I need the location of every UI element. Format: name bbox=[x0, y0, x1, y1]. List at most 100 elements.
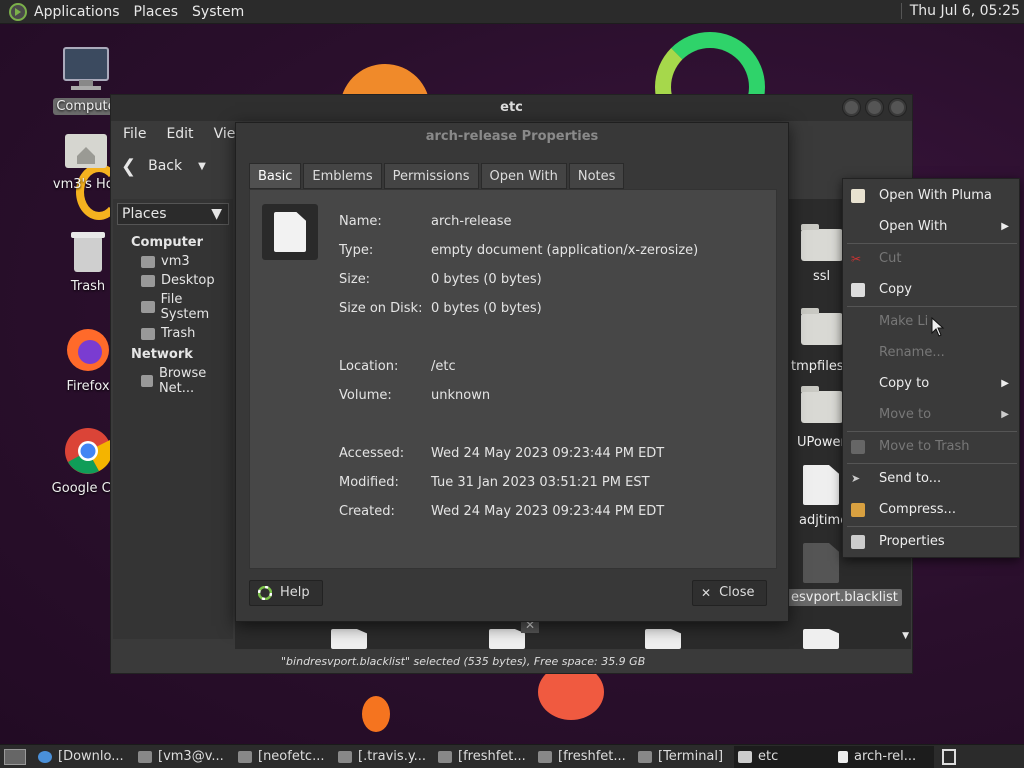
menu-item-compress[interactable]: Compress... bbox=[843, 495, 1019, 525]
context-menu: Open With Pluma Open With ▶ ✂ Cut Copy Mak… bbox=[842, 178, 1020, 558]
prop-value: /etc bbox=[431, 359, 456, 374]
taskbar-item-label: [Downlo... bbox=[58, 749, 124, 764]
menu-item-move-to[interactable]: Move to ▶ bbox=[843, 400, 1019, 430]
document-icon[interactable] bbox=[803, 543, 839, 583]
menu-item-label: Properties bbox=[879, 534, 945, 549]
text-editor-icon bbox=[338, 750, 352, 763]
home-folder-icon bbox=[65, 134, 107, 168]
taskbar-item[interactable]: [freshfet... bbox=[534, 746, 634, 768]
scroll-down-icon[interactable]: ▼ bbox=[902, 631, 909, 641]
menu-item-cut[interactable]: ✂ Cut bbox=[843, 244, 1019, 274]
menu-item-properties[interactable]: Properties bbox=[843, 527, 1019, 557]
minimize-button[interactable] bbox=[843, 99, 860, 116]
help-button[interactable]: Help bbox=[249, 580, 323, 606]
document-icon bbox=[274, 212, 306, 252]
document-icon[interactable] bbox=[645, 629, 681, 649]
sidebar-item-trash[interactable]: Trash bbox=[113, 322, 233, 341]
chevron-down-icon[interactable]: ▼ bbox=[198, 161, 206, 172]
sidebar-item-vm3[interactable]: vm3 bbox=[113, 250, 233, 269]
menu-item-copy[interactable]: Copy bbox=[843, 275, 1019, 305]
places-dropdown[interactable]: Places ▼ bbox=[117, 203, 229, 225]
window-title: etc bbox=[500, 100, 523, 115]
maximize-button[interactable] bbox=[866, 99, 883, 116]
taskbar-item-label: [.travis.y... bbox=[358, 749, 427, 764]
bottom-panel: [Downlo... [vm3@v... [neofetc... [.travi… bbox=[0, 744, 1024, 768]
menu-item-open-with-pluma[interactable]: Open With Pluma bbox=[843, 181, 1019, 211]
menu-file[interactable]: File bbox=[123, 126, 146, 142]
sidebar-item-filesystem[interactable]: File System bbox=[113, 288, 233, 322]
prop-value[interactable]: arch-release bbox=[431, 214, 512, 229]
tab-basic[interactable]: Basic bbox=[249, 163, 302, 189]
taskbar-item-label: [freshfet... bbox=[558, 749, 626, 764]
menu-item-send-to[interactable]: ➤ Send to... bbox=[843, 464, 1019, 494]
sidebar-item-desktop[interactable]: Desktop bbox=[113, 269, 233, 288]
back-button[interactable]: Back bbox=[148, 158, 182, 174]
trash-icon bbox=[71, 232, 105, 272]
taskbar-item[interactable]: [freshfet... bbox=[434, 746, 534, 768]
taskbar-item[interactable]: arch-rel... bbox=[834, 745, 934, 768]
prop-key: Accessed: bbox=[339, 446, 405, 461]
sidebar-item-label: Trash bbox=[161, 326, 196, 341]
taskbar-item[interactable]: [.travis.y... bbox=[334, 746, 434, 768]
file-icon-button[interactable] bbox=[262, 204, 318, 260]
taskbar-item-label: etc bbox=[758, 749, 779, 764]
computer-icon bbox=[63, 47, 109, 90]
tab-notes[interactable]: Notes bbox=[568, 163, 625, 189]
file-label[interactable]: UPower bbox=[797, 435, 846, 450]
clock[interactable]: Thu Jul 6, 05:25 bbox=[900, 3, 1020, 19]
taskbar-item[interactable]: [vm3@v... bbox=[134, 746, 234, 768]
close-window-button[interactable] bbox=[889, 99, 906, 116]
help-icon bbox=[258, 586, 272, 600]
status-bar: "bindresvport.blacklist" selected (535 b… bbox=[281, 655, 646, 668]
show-desktop-icon[interactable] bbox=[4, 748, 26, 765]
sidebar-item-label: File System bbox=[160, 292, 210, 322]
document-icon[interactable] bbox=[331, 629, 367, 649]
menu-item-copy-to[interactable]: Copy to ▶ bbox=[843, 369, 1019, 399]
places-menu[interactable]: Places bbox=[134, 4, 179, 20]
file-label[interactable]: ssl bbox=[813, 269, 830, 284]
text-editor-icon bbox=[438, 750, 452, 763]
folder-icon[interactable] bbox=[801, 386, 843, 423]
sidebar-item-label: Browse Net... bbox=[158, 366, 207, 396]
dialog-title[interactable]: arch-release Properties bbox=[236, 123, 788, 151]
tab-permissions[interactable]: Permissions bbox=[383, 163, 479, 189]
folder-icon[interactable] bbox=[801, 224, 843, 261]
menu-item-label: Send to... bbox=[879, 471, 942, 486]
terminal-icon bbox=[238, 750, 252, 763]
chrome-icon bbox=[38, 750, 52, 763]
folder-icon[interactable] bbox=[801, 308, 843, 345]
applications-menu[interactable]: Applications bbox=[34, 4, 120, 20]
menu-item-open-with[interactable]: Open With ▶ bbox=[843, 212, 1019, 242]
sidebar-item-browse-network[interactable]: Browse Net... bbox=[113, 362, 233, 396]
file-label[interactable]: tmpfiles. bbox=[791, 359, 848, 374]
menu-edit[interactable]: Edit bbox=[166, 126, 193, 142]
taskbar-item[interactable]: [Terminal] bbox=[634, 746, 734, 768]
file-label[interactable]: esvport.blacklist bbox=[787, 589, 902, 606]
window-titlebar[interactable]: etc bbox=[111, 95, 912, 121]
mate-logo-icon[interactable] bbox=[8, 2, 28, 22]
taskbar-item[interactable]: etc bbox=[734, 745, 834, 768]
system-menu[interactable]: System bbox=[192, 4, 244, 20]
menu-item-move-to-trash[interactable]: Move to Trash bbox=[843, 432, 1019, 462]
prop-key: Type: bbox=[339, 243, 374, 258]
document-icon[interactable] bbox=[489, 629, 525, 649]
document-icon[interactable] bbox=[803, 465, 839, 505]
prop-value: 0 bytes (0 bytes) bbox=[431, 272, 542, 287]
back-arrow-icon[interactable]: ❮ bbox=[121, 156, 136, 177]
taskbar-item[interactable]: [Downlo... bbox=[34, 746, 134, 768]
menu-item-label: Compress... bbox=[879, 502, 956, 517]
menu-item-rename[interactable]: Rename... bbox=[843, 338, 1019, 368]
file-label[interactable]: adjtime bbox=[799, 513, 848, 528]
prop-key: Name: bbox=[339, 214, 382, 229]
taskbar-item-label: [neofetc... bbox=[258, 749, 325, 764]
sidebar: Places ▼ Computer vm3 Desktop File Syste… bbox=[113, 199, 233, 639]
document-icon[interactable] bbox=[803, 629, 839, 649]
text-editor-icon bbox=[538, 750, 552, 763]
workspace-switcher[interactable] bbox=[942, 748, 956, 765]
close-button[interactable]: ✕ Close bbox=[692, 580, 768, 606]
chrome-icon bbox=[65, 428, 113, 474]
tab-open-with[interactable]: Open With bbox=[480, 163, 567, 189]
taskbar-item[interactable]: [neofetc... bbox=[234, 746, 334, 768]
tab-emblems[interactable]: Emblems bbox=[303, 163, 382, 189]
mouse-cursor-icon bbox=[931, 317, 945, 337]
